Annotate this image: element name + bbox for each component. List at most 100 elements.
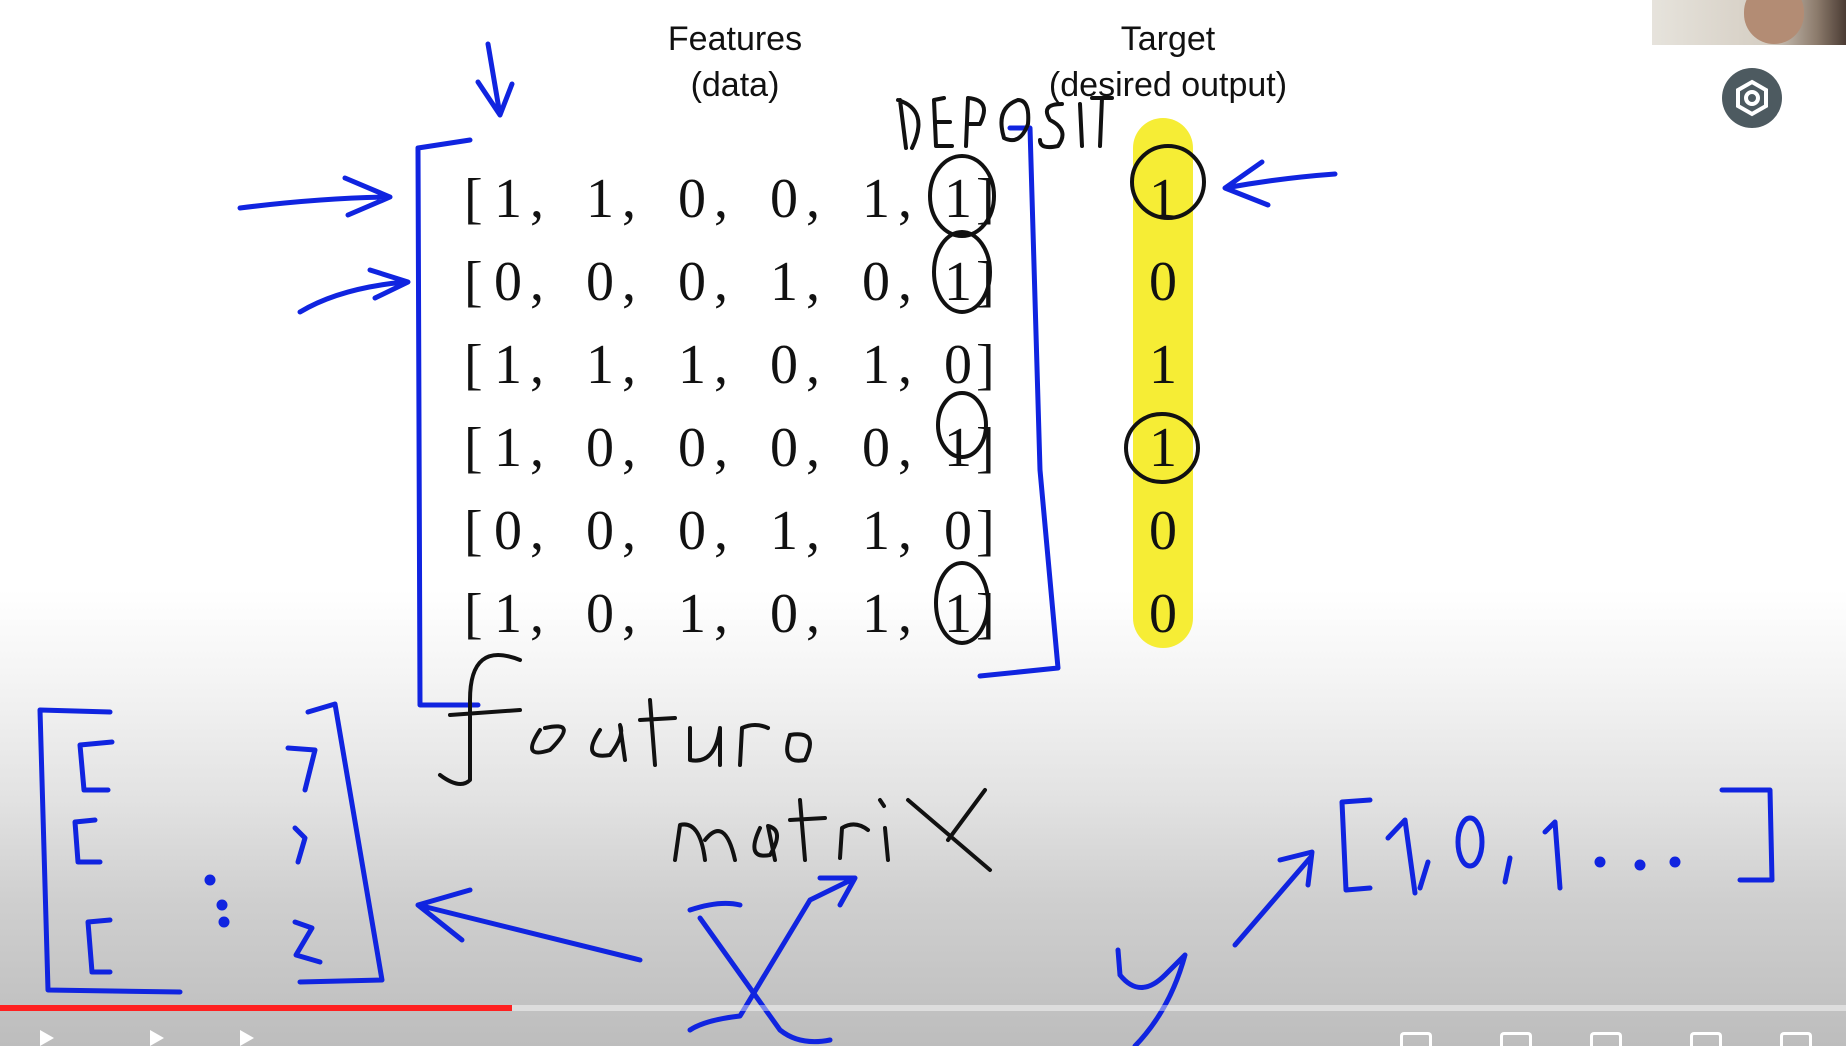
matrix-separator: , [622,417,636,479]
arrow-to-y-vector [1232,849,1315,948]
target-value: 1 [1149,417,1177,479]
matrix-row-close-bracket: ] [976,168,995,230]
ellipsis-dot-3 [218,916,230,928]
matrix-separator: , [806,417,820,479]
matrix-cell: 0 [586,251,614,313]
matrix-cell: 0 [678,500,706,562]
matrix-cell: 1 [586,334,614,396]
matrix-cell: 0 [494,251,522,313]
matrix-cell: 1 [494,168,522,230]
matrix-cell: 0 [770,583,798,645]
features-header-subtitle: (data) [690,66,780,104]
progress-played [0,1005,512,1011]
matrix-separator: , [898,583,912,645]
matrix-cell: 0 [862,417,890,479]
autoplay-toggle-icon[interactable] [1400,1032,1432,1046]
video-progress-bar[interactable] [0,1005,1846,1011]
matrix-cell: 1 [862,500,890,562]
matrix-separator: , [622,251,636,313]
webcam-person [1744,0,1804,44]
volume-icon[interactable] [240,1030,254,1046]
webcam-overlay [1652,0,1846,45]
video-frame: Features (data) Target (desired output) … [0,0,1846,1046]
matrix-row-close-bracket: ] [976,583,995,645]
settings-button[interactable] [1722,68,1782,128]
matrix-cell: 1 [944,168,972,230]
target-value: 0 [1149,251,1177,313]
matrix-cell: 1 [944,583,972,645]
matrix-cell: 1 [770,500,798,562]
matrix-cell: 1 [770,251,798,313]
matrix-cell: 1 [862,168,890,230]
fullscreen-icon[interactable] [1780,1032,1812,1046]
matrix-cell: 0 [770,168,798,230]
matrix-row-close-bracket: ] [976,417,995,479]
small-row-open-2 [72,817,103,865]
matrix-separator: , [714,583,728,645]
matrix-cell: 0 [586,417,614,479]
matrix-separator: , [622,500,636,562]
subtitles-icon[interactable] [1500,1032,1532,1046]
y-vector-digit-0 [1455,815,1485,869]
matrix-cell: 0 [862,251,890,313]
settings-gear-icon [1736,79,1768,117]
y-vector-digit-1b [1542,819,1563,891]
matrix-cell: 1 [494,583,522,645]
matrix-row-open-bracket: [ [464,500,483,562]
matrix-separator: , [806,500,820,562]
matrix-separator: , [806,583,820,645]
matrix-separator: , [530,500,544,562]
matrix-row-close-bracket: ] [976,251,995,313]
small-matrix-bracket-left [37,707,183,995]
ellipsis-dot-2 [216,899,228,911]
small-matrix-bracket-right [297,701,385,985]
target-arrow [1222,159,1338,208]
matrix-separator: , [530,168,544,230]
target-value: 1 [1149,168,1177,230]
target-value: 1 [1149,334,1177,396]
matrix-cell: 0 [586,500,614,562]
matrix-row-close-bracket: ] [976,500,995,562]
small-row-close-2 [292,825,308,865]
play-icon[interactable] [40,1030,54,1046]
matrix-cell: 0 [944,334,972,396]
matrix-separator: , [714,168,728,230]
matrix-cell: 1 [586,168,614,230]
matrix-cell: 0 [494,500,522,562]
matrix-cell: 1 [944,417,972,479]
settings-icon[interactable] [1590,1032,1622,1046]
row2-arrow [297,267,411,315]
handwritten-feature [438,653,812,786]
matrix-separator: , [806,251,820,313]
theater-mode-icon[interactable] [1690,1032,1722,1046]
target-column: 1 0 1 1 0 0 [1133,158,1193,656]
y-vector-close-bracket [1719,787,1775,883]
matrix-cell: 0 [770,334,798,396]
matrix-separator: , [530,334,544,396]
matrix-separator: , [714,334,728,396]
matrix-row-open-bracket: [ [464,251,483,313]
matrix-row-open-bracket: [ [464,334,483,396]
y-vector-comma-2 [1502,855,1513,885]
next-icon[interactable] [150,1030,164,1046]
matrix-separator: , [530,583,544,645]
matrix-separator: , [530,417,544,479]
target-header: Target (desired output) [1018,16,1318,108]
matrix-cell: 0 [678,251,706,313]
matrix-separator: , [622,334,636,396]
small-row-close-3 [292,919,323,965]
small-row-open-1 [77,739,115,793]
matrix-separator: , [898,251,912,313]
features-header: Features (data) [620,16,850,108]
matrix-separator: , [898,168,912,230]
row1-arrow [237,175,393,218]
matrix-cell: 0 [586,583,614,645]
matrix-cell: 1 [944,251,972,313]
matrix-row-open-bracket: [ [464,583,483,645]
matrix-separator: , [530,251,544,313]
matrix-separator: , [714,500,728,562]
target-value: 0 [1149,583,1177,645]
matrix-cell: 1 [862,583,890,645]
ellipsis-dot-1 [204,874,216,886]
small-row-close-1 [285,745,318,793]
